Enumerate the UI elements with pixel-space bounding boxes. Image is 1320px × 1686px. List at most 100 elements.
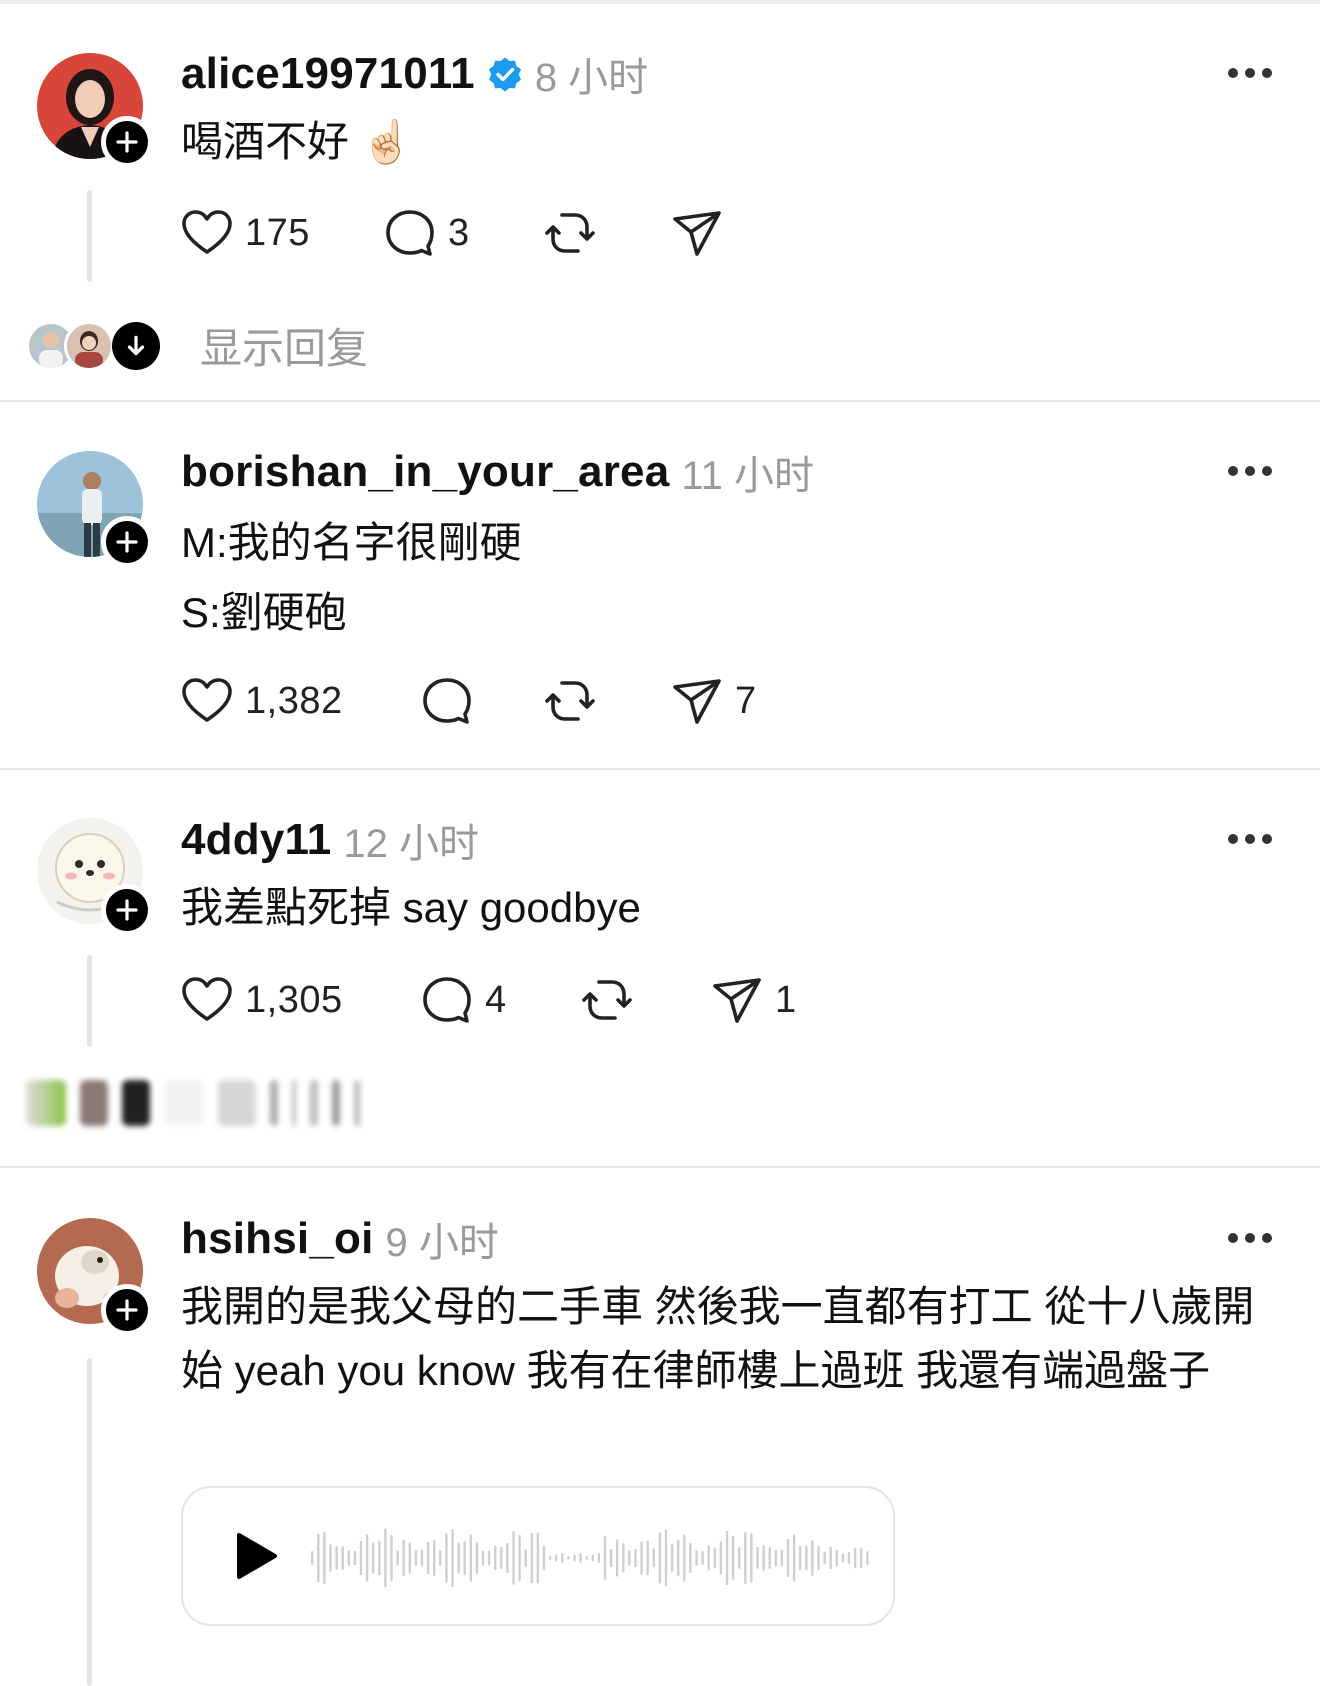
repost-icon: [545, 213, 595, 253]
waveform-bar: [500, 1546, 503, 1570]
waveform-bar: [573, 1554, 576, 1562]
send-icon: [713, 978, 761, 1023]
waveform-bar: [378, 1540, 381, 1576]
comment-button[interactable]: [419, 673, 475, 729]
waveform-bar: [780, 1549, 784, 1567]
waveform-bar: [506, 1542, 509, 1574]
more-dots-icon[interactable]: [1228, 68, 1272, 80]
waveform-bar: [792, 1534, 796, 1582]
follow-button[interactable]: [101, 516, 153, 568]
post-time: 8 小时: [534, 56, 649, 100]
waveform-bar: [591, 1554, 594, 1562]
waveform-bar: [518, 1534, 521, 1582]
share-count: 1: [775, 978, 797, 1021]
comment-button[interactable]: 3: [382, 205, 470, 261]
blurred-replies-preview[interactable]: [26, 1080, 374, 1126]
post-text: M:我的名字很剛硬 S:劉硬砲: [181, 519, 522, 636]
repost-icon: [582, 980, 632, 1020]
waveform-bar: [817, 1545, 820, 1571]
show-replies-label[interactable]: 显示回复: [200, 315, 368, 376]
waveform-bar: [390, 1534, 393, 1582]
username[interactable]: alice19971011: [181, 49, 475, 99]
post-text: 我開的是我父母的二手車 然後我一直都有打工 從十八歲開始 yeah you kn…: [181, 1283, 1255, 1394]
reply-avatar: [64, 320, 114, 371]
waveform-bar: [658, 1532, 662, 1584]
heart-icon: [182, 678, 232, 722]
play-icon[interactable]: [229, 1530, 281, 1582]
username[interactable]: 4ddy11: [181, 815, 331, 865]
waveform-bar: [420, 1549, 424, 1567]
repost-button[interactable]: [542, 205, 598, 261]
waveform-bar: [561, 1553, 564, 1563]
waveform-bar: [365, 1534, 369, 1582]
post-time: 9 小时: [385, 1221, 499, 1265]
waveform-bar: [609, 1548, 613, 1568]
verified-badge-icon: [488, 57, 521, 92]
waveform-bar: [799, 1545, 802, 1571]
more-dots-icon[interactable]: [1228, 834, 1272, 846]
like-button[interactable]: 1,382: [179, 673, 343, 729]
comment-count: 4: [485, 978, 507, 1021]
like-count: 175: [245, 211, 310, 254]
waveform-bar: [762, 1545, 765, 1571]
waveform-bar: [530, 1532, 533, 1584]
waveform-bar: [451, 1529, 454, 1588]
waveform-bar: [384, 1528, 387, 1588]
follow-button[interactable]: [101, 1284, 153, 1336]
waveform-bar: [634, 1548, 637, 1568]
expand-replies-button[interactable]: [112, 321, 160, 370]
plus-icon: [116, 131, 138, 153]
like-button[interactable]: 175: [179, 205, 310, 261]
waveform-bar: [439, 1550, 442, 1566]
post-divider: [0, 768, 1320, 770]
waveform-bar: [317, 1533, 320, 1583]
waveform-bar: [786, 1538, 790, 1578]
voice-message-player[interactable]: [181, 1486, 895, 1626]
post-time: 11 小时: [681, 454, 815, 498]
follow-button[interactable]: [101, 884, 153, 936]
username[interactable]: hsihsi_oi: [181, 1214, 374, 1264]
waveform-bar: [640, 1541, 643, 1575]
show-replies[interactable]: 显示回复: [26, 315, 368, 376]
comment-button[interactable]: 4: [419, 972, 507, 1028]
repost-button[interactable]: [579, 972, 635, 1028]
repost-button[interactable]: [542, 673, 598, 729]
waveform-bar: [744, 1531, 747, 1585]
send-icon: [673, 211, 721, 256]
share-button[interactable]: 7: [669, 673, 757, 729]
waveform-bar: [646, 1540, 649, 1576]
waveform-bar: [750, 1533, 753, 1583]
waveform-bar: [597, 1553, 601, 1563]
waveform-bar: [866, 1551, 869, 1565]
waveform-bar: [548, 1556, 552, 1560]
waveform-bar: [774, 1549, 777, 1567]
share-button[interactable]: 1: [709, 972, 797, 1028]
plus-icon: [116, 899, 138, 921]
follow-button[interactable]: [101, 116, 153, 168]
waveform-bar: [335, 1546, 338, 1570]
waveform-bar: [701, 1551, 704, 1565]
like-count: 1,305: [245, 978, 343, 1021]
waveform-bar: [756, 1546, 759, 1569]
waveform-bar: [372, 1542, 375, 1574]
waveform-bar: [652, 1548, 655, 1568]
plus-icon: [116, 531, 138, 553]
like-button[interactable]: 1,305: [179, 972, 343, 1028]
thread-line: [87, 1358, 92, 1686]
more-dots-icon[interactable]: [1228, 466, 1272, 478]
waveform-bar: [487, 1550, 491, 1566]
waveform-bar: [725, 1530, 729, 1586]
more-dots-icon[interactable]: [1228, 1233, 1272, 1245]
waveform-bar: [408, 1542, 411, 1574]
waveform-bar: [579, 1553, 582, 1563]
share-button[interactable]: [669, 205, 725, 261]
waveform-bar: [414, 1549, 418, 1567]
waveform-bar: [353, 1550, 357, 1566]
waveform-bar: [823, 1551, 826, 1565]
username[interactable]: borishan_in_your_area: [181, 447, 669, 497]
waveform-bar: [323, 1531, 326, 1585]
waveform-bar: [445, 1533, 448, 1583]
waveform-bar: [329, 1544, 332, 1572]
waveform-bar: [707, 1545, 710, 1571]
post-text: 我差點死掉 say goodbye: [181, 884, 641, 931]
